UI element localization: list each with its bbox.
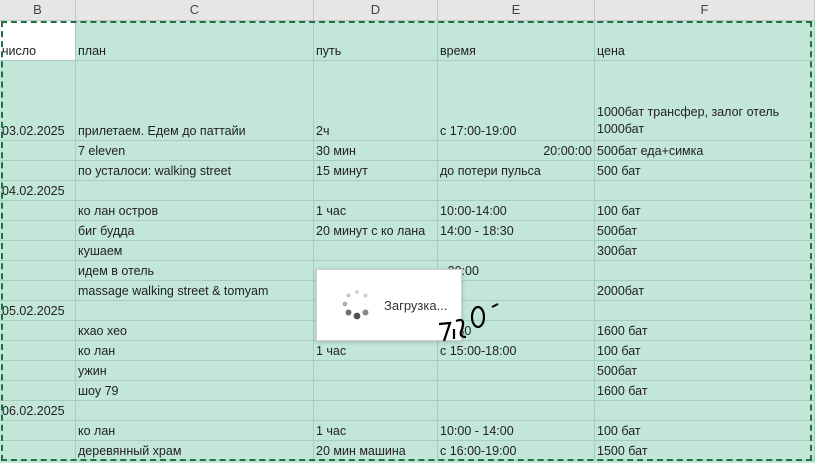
route-cell[interactable] [314, 401, 438, 421]
plan-cell[interactable]: деревянный храм [76, 441, 314, 461]
price-cell[interactable]: 500 бат [595, 161, 815, 181]
time-cell[interactable] [438, 241, 595, 261]
time-cell[interactable]: 10:00-14:00 [438, 201, 595, 221]
handwritten-scribble [438, 303, 499, 342]
time-cell[interactable] [438, 361, 595, 381]
time-cell[interactable] [438, 401, 595, 421]
plan-cell[interactable]: по усталоси: walking street [76, 161, 314, 181]
route-cell[interactable]: 15 минут [314, 161, 438, 181]
price-cell[interactable]: 1600 бат [595, 381, 815, 401]
date-cell[interactable]: 05.02.2025 [0, 301, 76, 321]
date-cell[interactable]: 04.02.2025 [0, 181, 76, 201]
price-cell[interactable]: 100 бат [595, 421, 815, 441]
date-cell[interactable] [0, 381, 76, 401]
plan-cell[interactable] [76, 401, 314, 421]
date-cell[interactable]: 03.02.2025 [0, 61, 76, 141]
header-cell-route[interactable]: путь [314, 21, 438, 61]
time-cell[interactable] [438, 181, 595, 201]
cell-grid: число план путь время цена 03.02.2025 при… [0, 21, 815, 463]
header-cell-number[interactable]: число [0, 21, 76, 61]
column-header-b[interactable]: B [0, 0, 76, 20]
price-cell[interactable] [595, 401, 815, 421]
route-cell[interactable]: 1 час [314, 201, 438, 221]
route-cell[interactable]: 2ч [314, 61, 438, 141]
column-header-d[interactable]: D [314, 0, 438, 20]
header-cell-plan[interactable]: план [76, 21, 314, 61]
column-header-f[interactable]: F [595, 0, 815, 20]
date-cell[interactable] [0, 261, 76, 281]
route-cell[interactable] [314, 241, 438, 261]
date-cell[interactable] [0, 161, 76, 181]
column-header-e[interactable]: E [438, 0, 595, 20]
plan-cell[interactable] [76, 301, 314, 321]
price-cell[interactable]: 300бат [595, 241, 815, 261]
spreadsheet: B C D E F число план путь время цена 03.… [0, 0, 815, 463]
route-cell[interactable]: 20 мин машина [314, 441, 438, 461]
route-cell[interactable]: 1 час [314, 421, 438, 441]
time-cell[interactable]: 14:00 - 18:30 [438, 221, 595, 241]
date-cell[interactable] [0, 361, 76, 381]
route-cell[interactable]: 1 час [314, 341, 438, 361]
date-cell[interactable] [0, 141, 76, 161]
date-cell[interactable] [0, 321, 76, 341]
time-cell[interactable] [438, 381, 595, 401]
price-cell[interactable] [595, 261, 815, 281]
plan-cell[interactable]: 7 eleven [76, 141, 314, 161]
header-cell-price[interactable]: цена [595, 21, 815, 61]
price-cell[interactable]: 100 бат [595, 201, 815, 221]
time-cell[interactable]: с 16:00-19:00 [438, 441, 595, 461]
header-cell-time[interactable]: время [438, 21, 595, 61]
price-cell[interactable]: 1500 бат [595, 441, 815, 461]
price-cell[interactable]: 500бат еда+симка [595, 141, 815, 161]
time-cell[interactable]: 10:00 - 14:00 [438, 421, 595, 441]
plan-cell[interactable]: ужин [76, 361, 314, 381]
time-cell[interactable]: 20:00:00 [438, 141, 595, 161]
price-cell[interactable] [595, 181, 815, 201]
price-cell[interactable] [595, 301, 815, 321]
plan-cell[interactable]: кхао хео [76, 321, 314, 341]
time-cell[interactable]: до потери пульса [438, 161, 595, 181]
plan-cell[interactable]: ко лан [76, 421, 314, 441]
date-cell[interactable] [0, 281, 76, 301]
spinner-icon [342, 290, 369, 320]
date-cell[interactable] [0, 221, 76, 241]
price-cell[interactable]: 500бат [595, 361, 815, 381]
route-cell[interactable] [314, 181, 438, 201]
date-cell[interactable] [0, 341, 76, 361]
plan-cell[interactable]: ко лан остров [76, 201, 314, 221]
route-cell[interactable]: 30 мин [314, 141, 438, 161]
date-cell[interactable] [0, 421, 76, 441]
route-cell[interactable] [314, 361, 438, 381]
plan-cell[interactable]: massage walking street & tomyam [76, 281, 314, 301]
time-cell[interactable]: с 17:00-19:00 [438, 61, 595, 141]
price-cell[interactable]: 2000бат [595, 281, 815, 301]
price-cell[interactable]: 1600 бат [595, 321, 815, 341]
time-cell[interactable]: с 15:00-18:00 [438, 341, 595, 361]
date-cell[interactable]: 06.02.2025 [0, 401, 76, 421]
date-cell[interactable] [0, 241, 76, 261]
plan-cell[interactable]: биг будда [76, 221, 314, 241]
plan-cell[interactable]: идем в отель [76, 261, 314, 281]
price-cell[interactable]: 100 бат [595, 341, 815, 361]
price-cell[interactable]: 1000бат трансфер, залог отель 1000бат [595, 61, 815, 141]
route-cell[interactable] [314, 381, 438, 401]
price-cell[interactable]: 500бат [595, 221, 815, 241]
plan-cell[interactable]: шоу 79 [76, 381, 314, 401]
plan-cell[interactable]: кушаем [76, 241, 314, 261]
column-headers: B C D E F [0, 0, 815, 21]
column-header-c[interactable]: C [76, 0, 314, 20]
plan-cell[interactable] [76, 181, 314, 201]
plan-cell[interactable]: прилетаем. Едем до паттайи [76, 61, 314, 141]
date-cell[interactable] [0, 441, 76, 461]
route-cell[interactable]: 20 минут с ко лана [314, 221, 438, 241]
date-cell[interactable] [0, 201, 76, 221]
plan-cell[interactable]: ко лан [76, 341, 314, 361]
